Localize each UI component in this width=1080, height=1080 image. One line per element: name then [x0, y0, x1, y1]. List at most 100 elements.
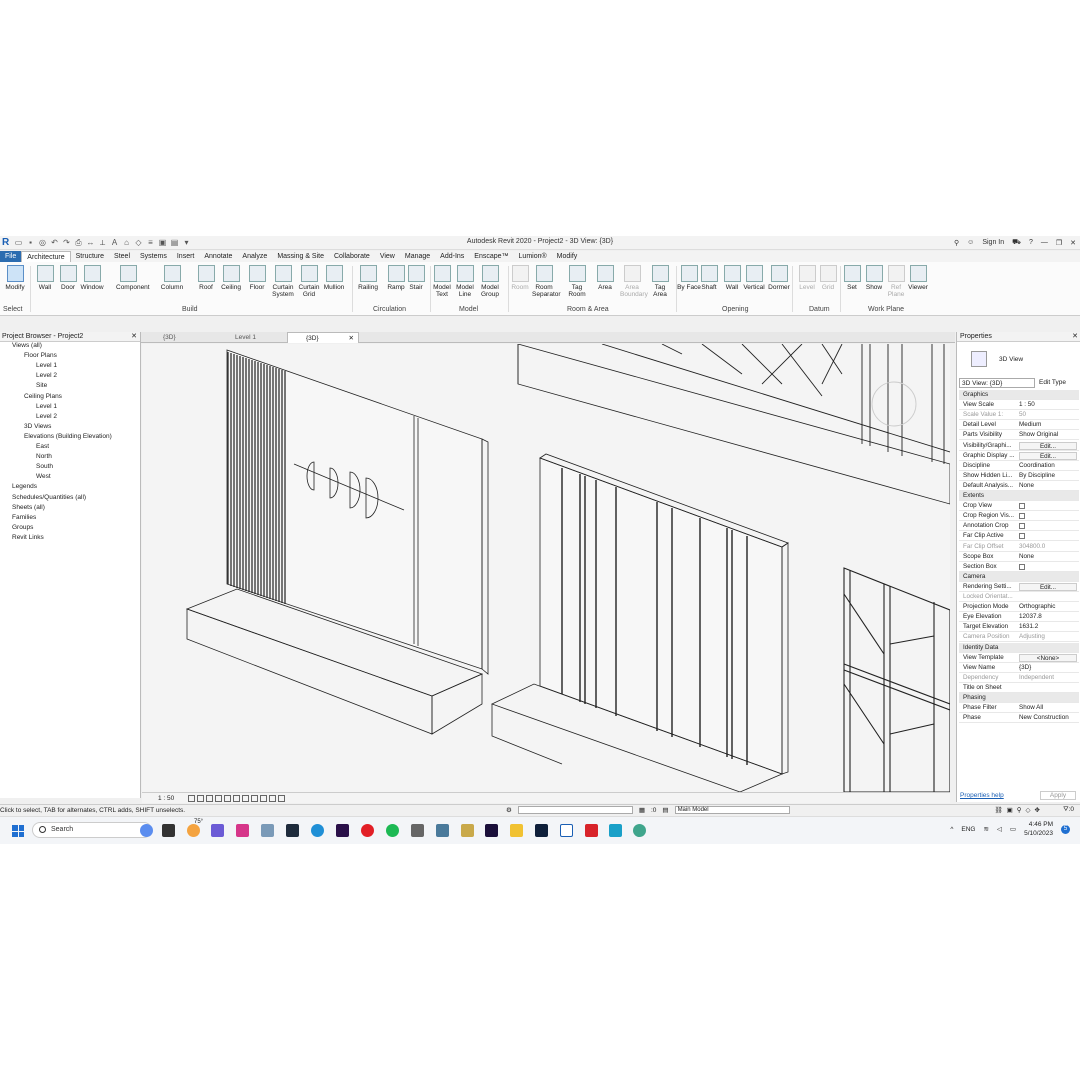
area-boundary-button[interactable]: Area Boundary	[620, 265, 648, 298]
property-section[interactable]: Phasing	[959, 693, 1079, 703]
ribbon-tab-lumion-[interactable]: Lumion®	[514, 251, 552, 262]
type-selector[interactable]: 3D View	[959, 345, 1079, 375]
ribbon-tab-manage[interactable]: Manage	[400, 251, 435, 262]
detail-level-icon[interactable]	[188, 795, 195, 802]
stair-button[interactable]: Stair	[404, 265, 428, 291]
roof-button[interactable]: Roof	[194, 265, 218, 291]
app3-icon[interactable]	[633, 824, 646, 837]
select-panel-label[interactable]: Select	[3, 306, 22, 313]
select-links-icon[interactable]: ⛓	[994, 806, 1002, 814]
ribbon-tab-file[interactable]: File	[0, 251, 22, 262]
edge-icon[interactable]	[311, 824, 324, 837]
sun-path-icon[interactable]	[206, 795, 213, 802]
model-group-button[interactable]: Model Group	[478, 265, 502, 298]
drag-elements-icon[interactable]: ✥	[1035, 806, 1040, 814]
ribbon-tab-steel[interactable]: Steel	[109, 251, 135, 262]
window-button[interactable]: Window	[80, 265, 104, 291]
ribbon-tab-add-ins[interactable]: Add-Ins	[435, 251, 469, 262]
view-scale[interactable]: 1 : 50	[158, 795, 174, 802]
tag-area-button[interactable]: Tag Area	[648, 265, 672, 298]
ceiling-button[interactable]: Ceiling	[219, 265, 243, 291]
property-section[interactable]: Extents	[959, 491, 1079, 501]
shaft-button[interactable]: Shaft	[697, 265, 721, 291]
select-pinned-icon[interactable]: ⚲	[1017, 806, 1022, 814]
mullion-button[interactable]: Mullion	[322, 265, 346, 291]
property-section[interactable]: Graphics	[959, 390, 1079, 400]
select-underlay-icon[interactable]: ▣	[1007, 806, 1013, 814]
set-button[interactable]: Set	[840, 265, 864, 291]
visual-style-icon[interactable]	[197, 795, 204, 802]
door-button[interactable]: Door	[56, 265, 80, 291]
clock[interactable]: 4:46 PM 5/10/2023	[1024, 820, 1053, 838]
ribbon-tab-insert[interactable]: Insert	[172, 251, 200, 262]
property-value[interactable]: None	[1019, 481, 1077, 491]
room-separator-button[interactable]: Room Separator	[532, 265, 561, 298]
property-value[interactable]: Coordination	[1019, 461, 1077, 471]
ribbon-tab-collaborate[interactable]: Collaborate	[329, 251, 375, 262]
windows-start-icon[interactable]	[12, 825, 24, 837]
property-edit-button[interactable]: <None>	[1019, 653, 1077, 662]
browser-item[interactable]: North	[36, 453, 52, 461]
worksharing-icon[interactable]: ⚙	[506, 806, 512, 814]
property-section[interactable]: Camera	[959, 571, 1079, 582]
property-value[interactable]: 12037.8	[1019, 612, 1077, 622]
property-value[interactable]: New Construction	[1019, 713, 1077, 723]
file-explorer-icon[interactable]	[510, 824, 523, 837]
ref-plane-button[interactable]: Ref Plane	[884, 265, 908, 298]
design-options-icon[interactable]: ▤	[662, 806, 668, 814]
ribbon-tab-systems[interactable]: Systems	[135, 251, 172, 262]
taskbar-search[interactable]: Search	[32, 822, 152, 838]
browser-item[interactable]: 3D Views	[24, 423, 51, 431]
dormer-button[interactable]: Dormer	[767, 265, 791, 291]
app-icon[interactable]	[411, 824, 424, 837]
browser-item[interactable]: Level 1	[36, 403, 57, 411]
bing-chat-icon[interactable]	[140, 824, 153, 837]
browser-item[interactable]: Level 2	[36, 413, 57, 421]
drawing-canvas[interactable]	[142, 344, 950, 792]
browser-item[interactable]: West	[36, 473, 51, 481]
property-value[interactable]: {3D}	[1019, 663, 1077, 673]
workset-dropdown[interactable]	[517, 806, 633, 814]
editable-only-icon[interactable]: ▦	[639, 806, 645, 814]
curtain-system-button[interactable]: Curtain System	[271, 265, 295, 298]
ribbon-tab-architecture[interactable]: Architecture	[21, 251, 71, 262]
design-option-dropdown[interactable]: Main Model	[674, 806, 790, 814]
wifi-icon[interactable]: ≋	[983, 825, 988, 833]
close-icon[interactable]: ✕	[1070, 239, 1076, 247]
shadows-icon[interactable]	[215, 795, 222, 802]
property-value[interactable]: Orthographic	[1019, 602, 1077, 612]
ribbon-tab-annotate[interactable]: Annotate	[199, 251, 237, 262]
area-button[interactable]: Area	[593, 265, 617, 291]
view-tab-3d[interactable]: {3D}	[145, 332, 215, 343]
acrobat-icon[interactable]	[585, 824, 598, 837]
reveal-hidden-icon[interactable]	[269, 795, 276, 802]
lock-view-icon[interactable]	[251, 795, 258, 802]
property-section[interactable]: Identity Data	[959, 642, 1079, 653]
ribbon-tab-view[interactable]: View	[375, 251, 400, 262]
ribbon-tab-analyze[interactable]: Analyze	[237, 251, 272, 262]
photoshop-icon[interactable]	[535, 824, 548, 837]
app2-icon[interactable]	[436, 824, 449, 837]
browser-item[interactable]: Floor Plans	[24, 352, 57, 360]
wall-button[interactable]: Wall	[720, 265, 744, 291]
browser-item[interactable]: Groups	[12, 524, 33, 532]
crop-view-icon[interactable]	[233, 795, 240, 802]
property-value[interactable]: Medium	[1019, 420, 1077, 430]
wall-button[interactable]: Wall	[33, 265, 57, 291]
model-line-button[interactable]: Model Line	[453, 265, 477, 298]
opera-icon[interactable]	[361, 824, 374, 837]
property-checkbox[interactable]	[1019, 523, 1025, 530]
browser-item[interactable]: Sheets (all)	[12, 504, 45, 512]
view-tab-3d-active[interactable]: {3D} ✕	[287, 332, 359, 343]
browser-item[interactable]: Views (all)	[12, 342, 42, 350]
filter-count[interactable]: ⛛:0	[1063, 806, 1074, 814]
property-edit-button[interactable]: Edit...	[1019, 451, 1077, 460]
close-icon[interactable]: ✕	[1072, 332, 1078, 342]
browser-item[interactable]: Schedules/Quantities (all)	[12, 494, 86, 502]
teams-chat-icon[interactable]	[211, 824, 224, 837]
user-icon[interactable]: ☺	[967, 239, 974, 246]
instance-filter-dropdown[interactable]: 3D View: {3D}	[959, 378, 1035, 388]
temporary-hide-icon[interactable]	[260, 795, 267, 802]
render-icon[interactable]	[224, 795, 231, 802]
property-edit-button[interactable]: Edit...	[1019, 582, 1077, 591]
